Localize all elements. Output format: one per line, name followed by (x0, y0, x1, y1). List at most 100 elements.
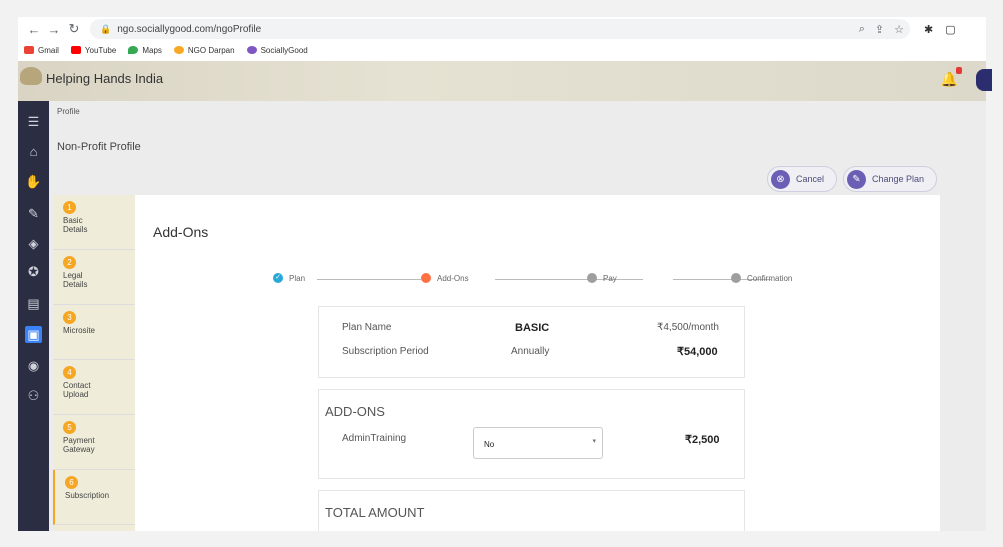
total-amount-card: TOTAL AMOUNT (318, 490, 745, 531)
maps-icon (128, 46, 139, 54)
checkout-stepper: ✓ Plan Add-Ons Pay Confirmation (273, 273, 803, 287)
plan-total-price: ₹54,000 (677, 346, 718, 358)
step-label: Gateway (63, 445, 95, 454)
stepper-label: Add-Ons (437, 273, 469, 283)
donation-icon[interactable]: ✋ (25, 173, 42, 190)
reload-icon[interactable]: ↻ (64, 21, 84, 37)
step-legal-details[interactable]: 2 Legal Details (53, 250, 135, 305)
step-number: 6 (65, 476, 78, 489)
app-header: Helping Hands India 🔔 (18, 61, 992, 101)
dialog-title: Add-Ons (153, 224, 209, 240)
plan-summary-card: Plan Name BASIC ₹4,500/month Subscriptio… (318, 306, 745, 378)
total-amount-title: TOTAL AMOUNT (325, 505, 425, 520)
stepper-label: Pay (603, 273, 617, 283)
stepper-line (495, 279, 643, 280)
breadcrumb[interactable]: Profile (57, 107, 80, 116)
step-label: Legal (63, 271, 83, 280)
sidebar: ☰ ⌂ ✋ ✎ ◈ ✪ ▤ ▣ ◉ ⚇ (18, 101, 49, 531)
avatar[interactable] (976, 69, 992, 91)
url-text: ngo.sociallygood.com/ngoProfile (117, 23, 262, 35)
home-icon[interactable]: ⌂ (25, 143, 42, 160)
step-label: Subscription (65, 491, 110, 500)
award-icon[interactable]: ✪ (25, 263, 42, 280)
admin-training-select[interactable]: No ▾ (473, 427, 603, 459)
stepper-line (317, 279, 421, 280)
ngo-darpan-icon (173, 46, 184, 54)
step-number: 4 (63, 366, 76, 379)
sociallygood-icon (246, 46, 257, 54)
cancel-button[interactable]: ⊗ Cancel (767, 166, 838, 192)
stepper-plan: ✓ Plan (273, 273, 305, 283)
step-contact-upload[interactable]: 4 Contact Upload (53, 360, 135, 415)
bookmark-sociallygood[interactable]: SociallyGood (246, 46, 308, 55)
step-label: Contact (63, 381, 91, 390)
stepper-label: Confirmation (747, 273, 793, 283)
lock-icon: 🔒 (100, 23, 112, 34)
bell-icon[interactable]: 🔔 (941, 71, 958, 88)
share-icon[interactable]: ⇪ (875, 23, 884, 36)
users-icon[interactable]: ⚇ (25, 387, 42, 404)
step-payment-gateway[interactable]: 5 Payment Gateway (53, 415, 135, 470)
gmail-icon (24, 46, 34, 54)
pending-step-dot (587, 273, 597, 283)
add-ons-dialog: Add-Ons ✓ Plan Add-Ons Pay Confirmation (135, 195, 940, 531)
menu-icon[interactable]: ☰ (25, 113, 42, 130)
add-ons-title: ADD-ONS (325, 404, 385, 419)
campaign-icon[interactable]: ✎ (25, 205, 42, 222)
plan-name-value: BASIC (515, 322, 550, 334)
contacts-icon[interactable]: ▤ (25, 295, 42, 312)
step-label: Payment (63, 436, 95, 445)
side-panel-icon[interactable]: ▢ (945, 23, 955, 36)
bookmark-ngo-darpan[interactable]: NGO Darpan (173, 46, 235, 55)
pending-step-dot (731, 273, 741, 283)
main-content: Profile Non-Profit Profile ⊗ Cancel ✎ Ch… (49, 101, 986, 531)
step-label: Basic (63, 216, 83, 225)
forward-icon[interactable]: → (44, 22, 64, 37)
star-icon[interactable]: ☆ (894, 23, 904, 36)
profile-steps: 1 Basic Details 2 Legal Details 3 Micros… (53, 195, 135, 531)
step-label: Microsite (63, 326, 96, 335)
admin-training-label: AdminTraining (342, 433, 407, 444)
extensions-icon[interactable]: ✱ (924, 23, 933, 36)
step-label: Upload (63, 390, 89, 399)
bookmark-gmail[interactable]: Gmail (24, 46, 59, 55)
check-icon: ✓ (273, 273, 283, 283)
period-value: Annually (511, 346, 550, 357)
current-step-dot (421, 273, 431, 283)
plan-monthly-price: ₹4,500/month (657, 322, 719, 333)
admin-training-price: ₹2,500 (685, 434, 720, 446)
youtube-icon (70, 46, 81, 54)
address-bar[interactable]: 🔒 ngo.sociallygood.com/ngoProfile ⌕ ⇪ ☆ (90, 19, 910, 39)
projects-icon[interactable]: ◈ (25, 235, 42, 252)
step-subscription[interactable]: 6 Subscription (53, 470, 135, 525)
plan-name-label: Plan Name (342, 322, 392, 333)
page-title: Non-Profit Profile (57, 141, 141, 153)
select-value: No (484, 440, 495, 449)
step-number: 5 (63, 421, 76, 434)
period-label: Subscription Period (342, 346, 429, 357)
step-label: Details (63, 280, 88, 289)
step-number: 3 (63, 311, 76, 324)
step-basic-details[interactable]: 1 Basic Details (53, 195, 135, 250)
csr-icon[interactable]: ◉ (25, 357, 42, 374)
org-logo (20, 67, 42, 85)
stepper-pay: Pay (587, 273, 617, 283)
ngo-icon[interactable]: ▣ (25, 326, 42, 343)
edit-icon: ✎ (847, 169, 866, 189)
bookmarks-bar: Gmail YouTube Maps NGO Darpan SociallyGo… (18, 41, 986, 59)
org-name: Helping Hands India (46, 71, 164, 86)
bookmark-youtube[interactable]: YouTube (70, 46, 116, 55)
zoom-icon[interactable]: ⌕ (859, 23, 865, 36)
browser-chrome: ← → ↻ 🔒 ngo.sociallygood.com/ngoProfile … (18, 17, 986, 61)
browser-toolbar: ← → ↻ 🔒 ngo.sociallygood.com/ngoProfile … (18, 17, 986, 41)
stepper-label: Plan (289, 273, 306, 283)
stepper-confirmation: Confirmation (731, 273, 792, 283)
back-icon[interactable]: ← (24, 22, 44, 37)
step-number: 2 (63, 256, 76, 269)
stepper-add-ons: Add-Ons (421, 273, 469, 283)
chevron-down-icon: ▾ (592, 438, 596, 445)
step-microsite[interactable]: 3 Microsite (53, 305, 135, 360)
step-number: 1 (63, 201, 76, 214)
bookmark-maps[interactable]: Maps (128, 46, 162, 55)
change-plan-button[interactable]: ✎ Change Plan (843, 166, 938, 192)
